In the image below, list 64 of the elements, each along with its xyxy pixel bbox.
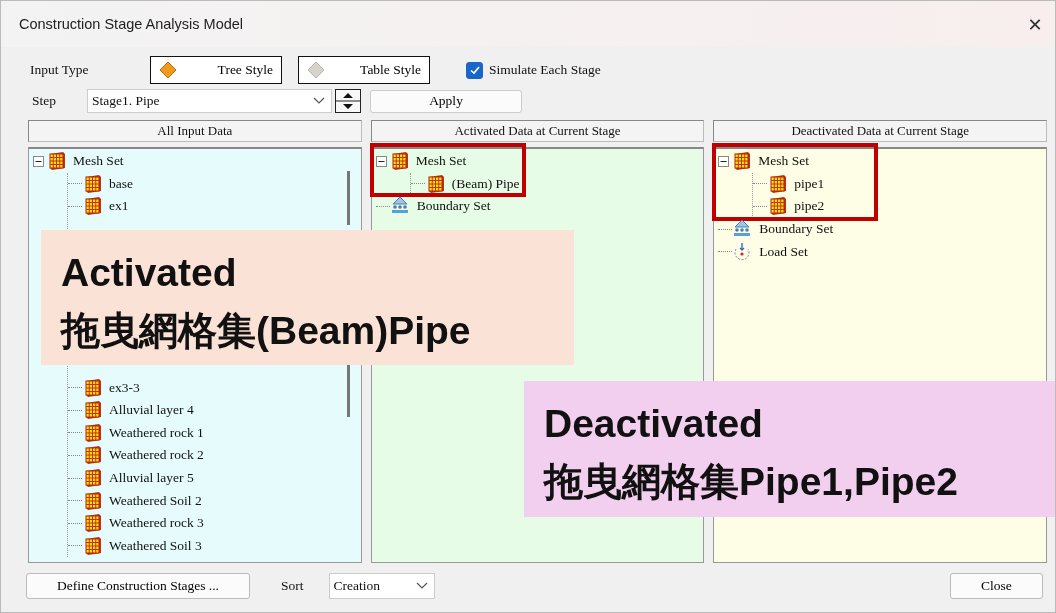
mesh-grid-icon bbox=[767, 173, 788, 194]
tree-item[interactable]: Weathered Soil 3 bbox=[109, 537, 202, 554]
tree-item[interactable]: Boundary Set bbox=[416, 198, 491, 215]
caret-icon bbox=[313, 97, 325, 105]
mesh-grid-icon bbox=[82, 445, 102, 466]
sort-dropdown[interactable]: Creation bbox=[328, 573, 435, 599]
step-dropdown[interactable]: Stage1. Pipe bbox=[87, 89, 332, 113]
tree-item[interactable]: Weathered rock 2 bbox=[109, 447, 204, 464]
tree-item[interactable]: Boundary Set bbox=[759, 221, 834, 238]
style-option-button[interactable]: Tree Style bbox=[150, 56, 282, 84]
mesh-grid-icon bbox=[82, 377, 102, 398]
tree-item[interactable]: base bbox=[109, 175, 133, 192]
tree-item[interactable]: ex1 bbox=[109, 198, 129, 215]
mesh-grid-icon bbox=[82, 173, 102, 194]
annotation-text: Activated bbox=[61, 250, 237, 296]
scrollbar-thumb bbox=[347, 171, 350, 225]
tree-item[interactable]: Alluvial layer 4 bbox=[109, 402, 194, 419]
spin-button[interactable] bbox=[335, 89, 361, 113]
tree-item[interactable]: Mesh Set bbox=[415, 153, 467, 170]
collapse-toggle-icon[interactable] bbox=[718, 155, 730, 167]
close-button[interactable]: Close bbox=[950, 573, 1043, 599]
annotation-text: 拖曳網格集(Beam)Pipe bbox=[61, 308, 471, 354]
checkbox-label: Simulate Each Stage bbox=[489, 62, 601, 78]
diamond-icon bbox=[307, 61, 325, 79]
apply-button[interactable]: Apply bbox=[370, 89, 522, 113]
mesh-grid-icon bbox=[82, 490, 102, 511]
mesh-grid-icon bbox=[82, 422, 102, 443]
tree-item[interactable]: Weathered rock 1 bbox=[109, 424, 204, 441]
mesh-grid-icon bbox=[82, 400, 102, 421]
panel-header: Activated Data at Current Stage bbox=[370, 120, 705, 142]
tree-item[interactable]: (Beam) Pipe bbox=[451, 175, 520, 192]
checkbox[interactable] bbox=[466, 61, 483, 79]
step-label: Step bbox=[32, 93, 57, 109]
load-icon bbox=[732, 241, 753, 262]
mesh-grid-icon bbox=[767, 196, 788, 217]
mesh-grid-icon bbox=[731, 151, 752, 172]
collapse-toggle-icon[interactable] bbox=[375, 155, 387, 167]
caret-icon bbox=[415, 582, 428, 590]
mesh-grid-icon bbox=[82, 468, 102, 489]
annotation-text: Deactivated bbox=[544, 401, 763, 447]
collapse-toggle-icon[interactable] bbox=[33, 155, 44, 167]
tree-item[interactable]: Weathered rock 3 bbox=[109, 515, 204, 532]
tree-item[interactable]: ex3-3 bbox=[109, 379, 140, 396]
style-option-button[interactable]: Table Style bbox=[298, 56, 430, 84]
panel-header: Deactivated Data at Current Stage bbox=[713, 120, 1047, 142]
close-button[interactable]: ✕ bbox=[1015, 4, 1055, 44]
define-stages-button[interactable]: Define Construction Stages ... bbox=[26, 573, 250, 599]
tree-item[interactable]: pipe2 bbox=[794, 198, 825, 215]
diamond-icon bbox=[159, 61, 177, 79]
mesh-grid-icon bbox=[82, 513, 102, 534]
mesh-grid-icon bbox=[82, 196, 102, 217]
tree-item[interactable]: Weathered Soil 2 bbox=[109, 492, 202, 509]
mesh-grid-icon bbox=[82, 535, 102, 556]
tree-item[interactable]: Load Set bbox=[759, 243, 808, 260]
annotation-text: 拖曳網格集Pipe1,Pipe2 bbox=[544, 459, 958, 505]
mesh-grid-icon bbox=[46, 151, 66, 172]
tree-item[interactable]: pipe1 bbox=[794, 175, 825, 192]
input-type-label: Input Type bbox=[30, 62, 90, 78]
tree-item[interactable]: Alluvial layer 5 bbox=[109, 470, 194, 487]
tree-item[interactable]: Mesh Set bbox=[758, 153, 809, 170]
tree-item[interactable]: Mesh Set bbox=[73, 153, 124, 170]
window-title: Construction Stage Analysis Model bbox=[19, 16, 244, 32]
sort-label: Sort bbox=[281, 578, 304, 594]
panel-header: All Input Data bbox=[28, 120, 362, 142]
